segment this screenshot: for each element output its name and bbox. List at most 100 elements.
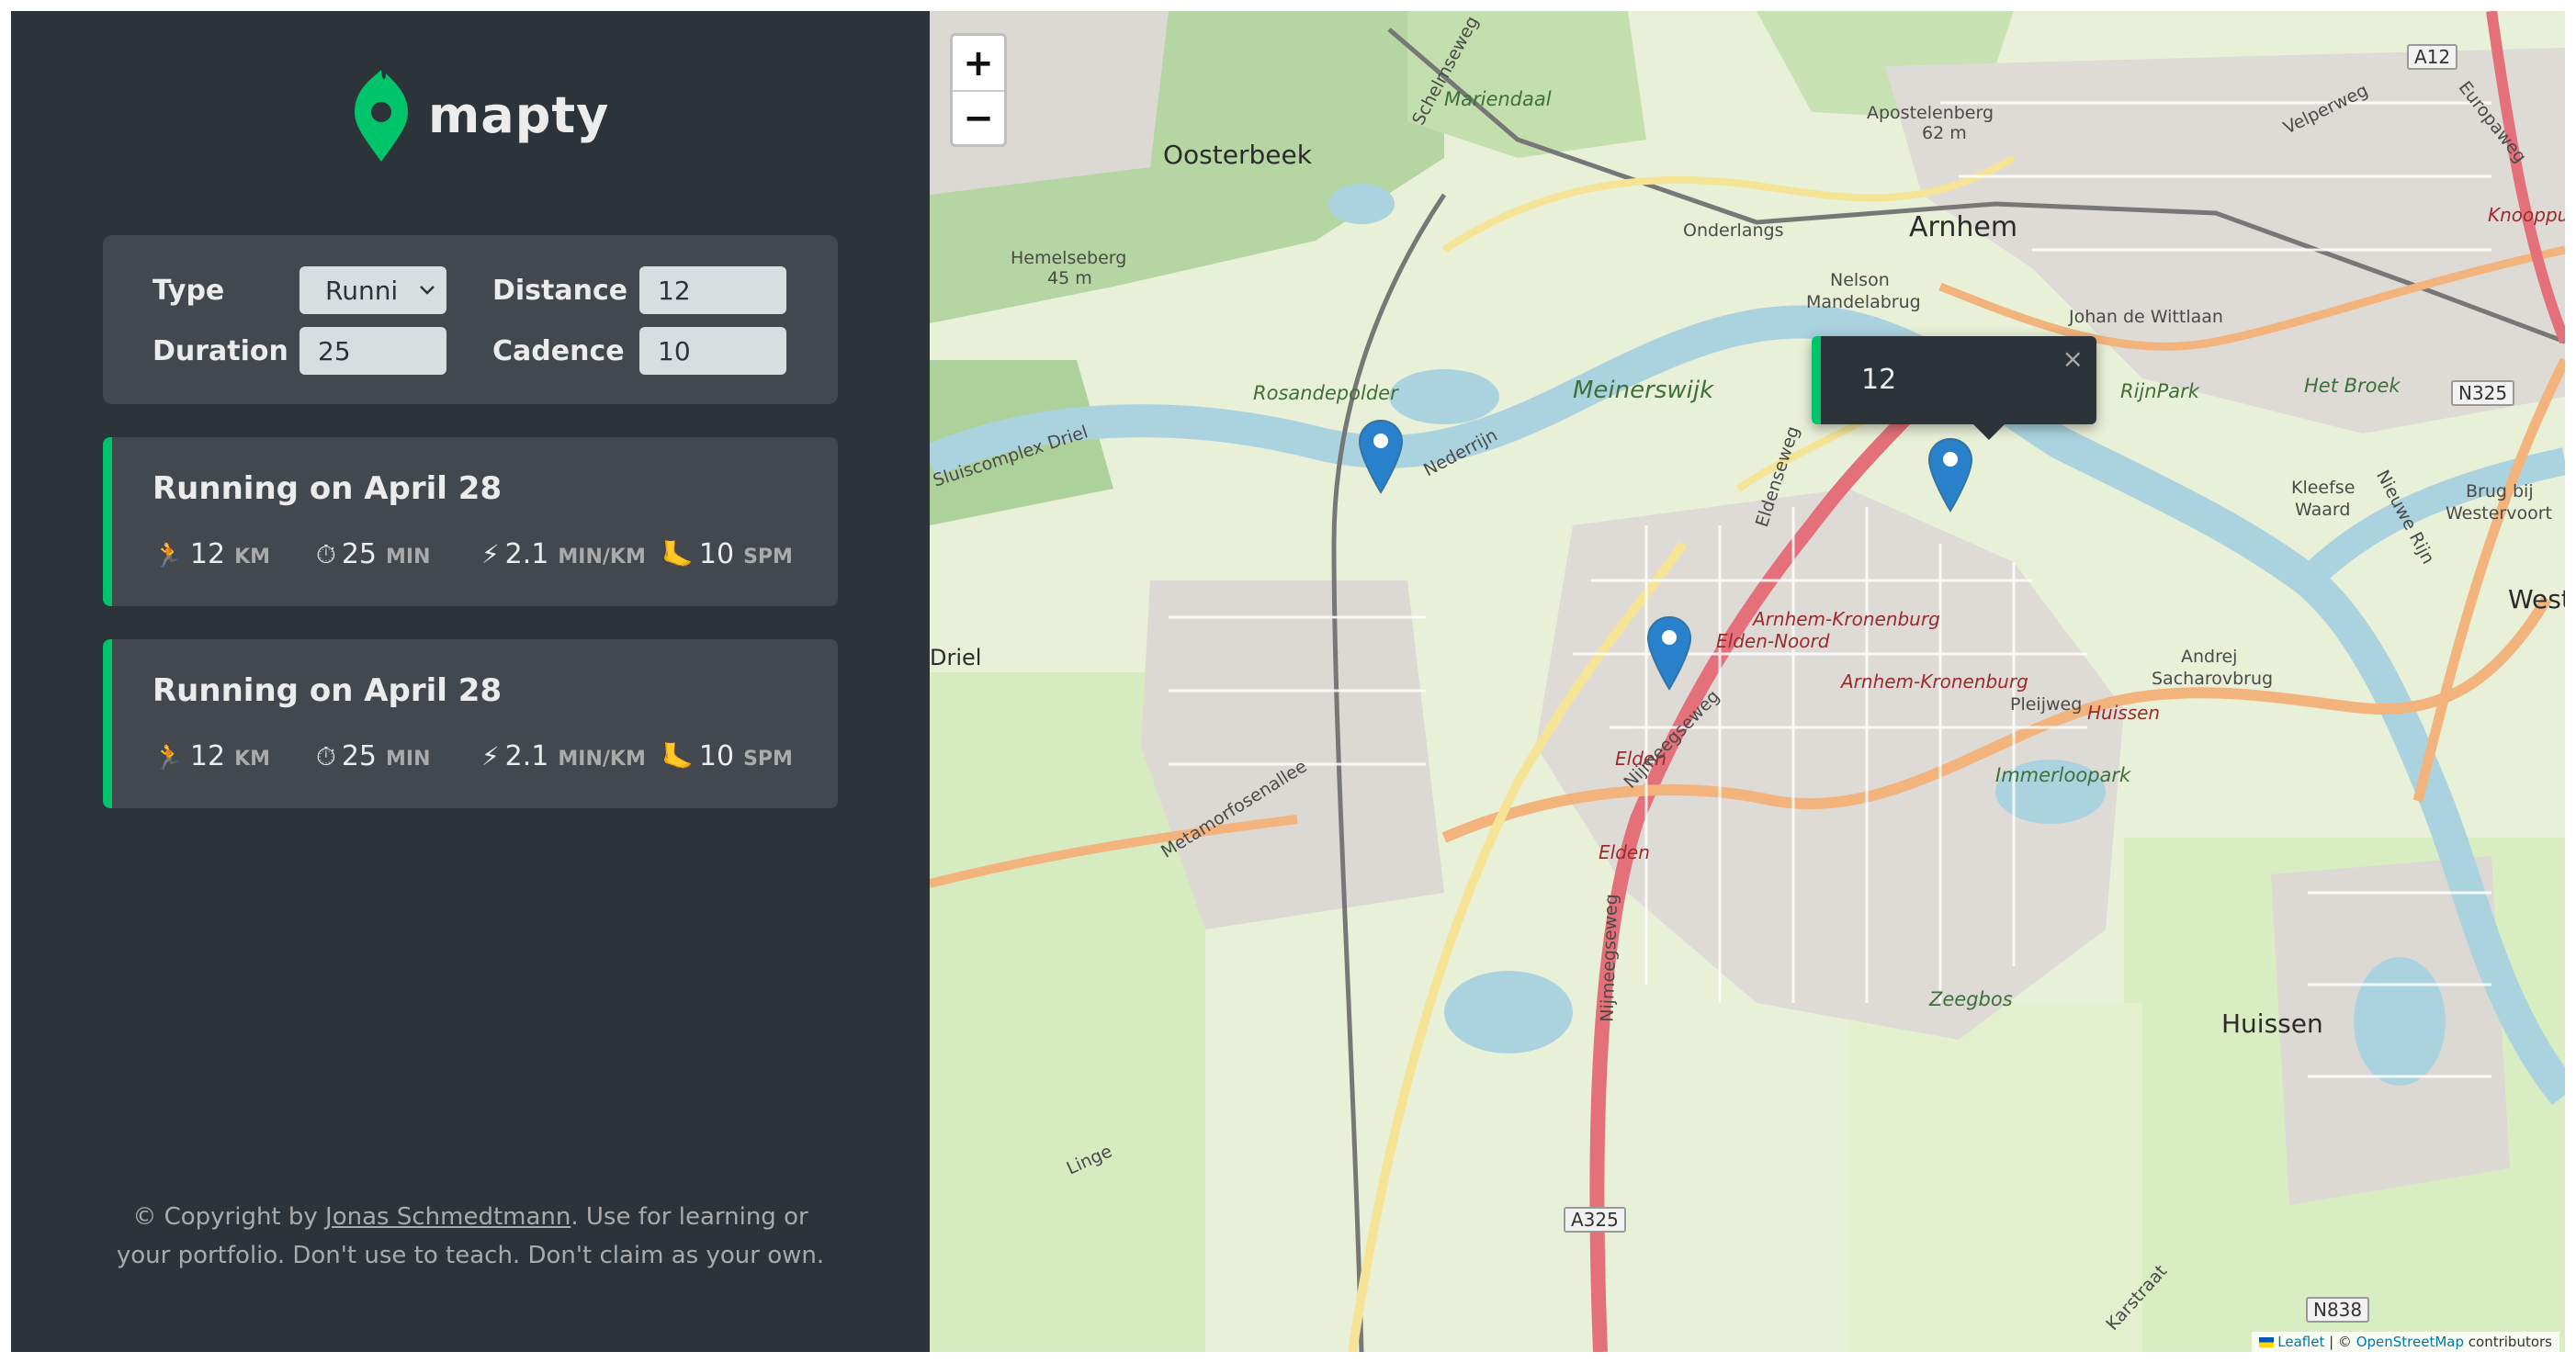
label-pleijweg: Pleijweg — [2010, 694, 2083, 715]
pace-unit: MIN/KM — [558, 546, 646, 569]
workout-title: Running on April 28 — [153, 470, 503, 507]
distance-input[interactable]: 12 — [639, 266, 786, 314]
osm-link[interactable]: OpenStreetMap — [2356, 1334, 2464, 1350]
stopwatch-icon: ⏱ — [316, 741, 336, 772]
workout-duration: ⏱ 25 MIN — [316, 740, 481, 772]
label-arnhem-kronenburg: Arnhem-Kronenburg — [1753, 608, 1940, 630]
map-marker-icon[interactable] — [1927, 437, 1973, 513]
type-select-value: Runni — [325, 275, 399, 306]
workout-distance: 🏃 12 KM — [153, 538, 316, 570]
chevron-down-icon — [420, 286, 435, 295]
workout-duration: ⏱ 25 MIN — [316, 538, 481, 570]
label-elden-noord: Elden-Noord — [1716, 630, 1830, 652]
label-hemelseberg-height: 45 m — [1047, 268, 1092, 288]
label-hemelseberg: Hemelseberg — [1011, 248, 1127, 268]
label-huissen-road: Huissen — [2087, 702, 2161, 724]
workout-card[interactable]: Running on April 28 🏃 12 KM ⏱ 25 MIN ⚡ 2.1 MIN… — [103, 639, 838, 808]
label-onderlangs: Onderlangs — [1683, 220, 1784, 241]
form-row-distance: Distance 12 — [492, 266, 786, 314]
workout-details: 🏃 12 KM ⏱ 25 MIN ⚡ 2.1 MIN/KM 🦶 10 SPM — [153, 740, 793, 772]
type-label: Type — [153, 274, 225, 307]
form-row-type: Type Runni — [153, 266, 446, 314]
map[interactable]: Oosterbeek Arnhem Apostelenberg 62 m Hem… — [930, 11, 2565, 1352]
author-link[interactable]: Jonas Schmedtmann — [325, 1203, 571, 1231]
type-select[interactable]: Runni — [299, 266, 446, 314]
workout-cadence: 🦶 10 SPM — [661, 538, 793, 570]
map-pin-logo-icon — [355, 70, 408, 162]
workout-pace: ⚡ 2.1 MIN/KM — [481, 538, 661, 570]
distance-value: 12 — [189, 538, 226, 570]
label-brug-bij: Brug bij — [2466, 481, 2534, 501]
label-huissen: Huissen — [2221, 1008, 2323, 1039]
duration-value: 25 — [341, 740, 378, 772]
label-weste: Weste — [2508, 584, 2565, 614]
cadence-value: 10 — [698, 740, 735, 772]
label-n838: N838 — [2306, 1297, 2370, 1323]
map-tiles — [930, 11, 2565, 1352]
zoom-out-button[interactable]: − — [953, 90, 1004, 144]
attribution-suffix: contributors — [2464, 1334, 2552, 1350]
label-elden-2: Elden — [1599, 841, 1650, 863]
label-apostelenberg-height: 62 m — [1922, 123, 1967, 143]
label-het-broek: Het Broek — [2304, 375, 2401, 397]
duration-value: 25 — [341, 538, 378, 570]
sidebar: mapty Type Runni Distance 12 Duration 25… — [11, 11, 930, 1352]
form-row-cadence: Cadence 10 — [492, 327, 786, 375]
duration-unit: MIN — [386, 748, 431, 771]
label-mariendaal: Mariendaal — [1444, 88, 1552, 110]
form-row-duration: Duration 25 — [153, 327, 446, 375]
pace-value: 2.1 — [504, 740, 549, 772]
workout-distance: 🏃 12 KM — [153, 740, 316, 772]
stopwatch-icon: ⏱ — [316, 539, 336, 569]
pace-value: 2.1 — [504, 538, 549, 570]
cadence-label: Cadence — [492, 334, 625, 367]
workout-cadence: 🦶 10 SPM — [661, 740, 793, 772]
leaflet-link[interactable]: Leaflet — [2277, 1334, 2324, 1350]
runner-icon: 🏃 — [153, 539, 185, 569]
runner-icon: 🏃 — [153, 741, 185, 772]
popup-text: 12 — [1861, 364, 1897, 396]
duration-input[interactable]: 25 — [299, 327, 446, 375]
map-marker-icon[interactable] — [1646, 615, 1692, 691]
lightning-icon: ⚡ — [481, 741, 500, 772]
label-mandelabrug: Mandelabrug — [1806, 292, 1921, 312]
workout-details: 🏃 12 KM ⏱ 25 MIN ⚡ 2.1 MIN/KM 🦶 10 SPM — [153, 538, 793, 570]
distance-unit: KM — [234, 748, 271, 771]
logo: mapty — [353, 66, 609, 163]
label-n325: N325 — [2451, 380, 2515, 406]
workout-title: Running on April 28 — [153, 672, 503, 709]
label-andrej: Andrej — [2181, 647, 2238, 667]
cadence-input[interactable]: 10 — [639, 327, 786, 375]
ukraine-flag-icon — [2259, 1336, 2275, 1347]
zoom-in-button[interactable]: + — [953, 36, 1004, 90]
popup-tip — [1972, 423, 2005, 440]
label-a12: A12 — [2407, 44, 2458, 70]
foot-icon: 🦶 — [661, 741, 694, 772]
lightning-icon: ⚡ — [481, 539, 500, 569]
app: mapty Type Runni Distance 12 Duration 25… — [11, 11, 2565, 1352]
duration-unit: MIN — [386, 546, 431, 569]
label-kleefse: Kleefse — [2291, 478, 2356, 498]
cadence-unit: SPM — [743, 748, 793, 771]
label-apostelenberg: Apostelenberg — [1867, 103, 1994, 123]
foot-icon: 🦶 — [661, 539, 694, 569]
label-arnhem-kronenburg-2: Arnhem-Kronenburg — [1841, 670, 2028, 693]
popup-close-icon[interactable]: × — [2062, 344, 2084, 374]
map-attribution: Leaflet | © OpenStreetMap contributors — [2252, 1332, 2559, 1352]
label-johan: Johan de Wittlaan — [2069, 307, 2223, 327]
label-sacharovbrug: Sacharovbrug — [2152, 669, 2274, 689]
label-rosandepolder: Rosandepolder — [1253, 382, 1398, 404]
label-a325: A325 — [1564, 1207, 1626, 1233]
workout-card[interactable]: Running on April 28 🏃 12 KM ⏱ 25 MIN ⚡ 2.1 MIN… — [103, 437, 838, 606]
distance-value: 12 — [189, 740, 226, 772]
label-knooppun: Knooppun — [2488, 204, 2565, 226]
workout-form: Type Runni Distance 12 Duration 25 Caden… — [103, 235, 838, 404]
copyright: © Copyright by Jonas Schmedtmann. Use fo… — [103, 1198, 838, 1275]
label-immerloopark: Immerloopark — [1995, 764, 2131, 786]
workout-pace: ⚡ 2.1 MIN/KM — [481, 740, 661, 772]
copyright-prefix: © Copyright by — [132, 1203, 326, 1231]
attribution-separator: | © — [2324, 1334, 2356, 1350]
map-marker-icon[interactable] — [1358, 419, 1404, 494]
label-zeegbos: Zeegbos — [1929, 988, 2013, 1010]
cadence-unit: SPM — [743, 546, 793, 569]
